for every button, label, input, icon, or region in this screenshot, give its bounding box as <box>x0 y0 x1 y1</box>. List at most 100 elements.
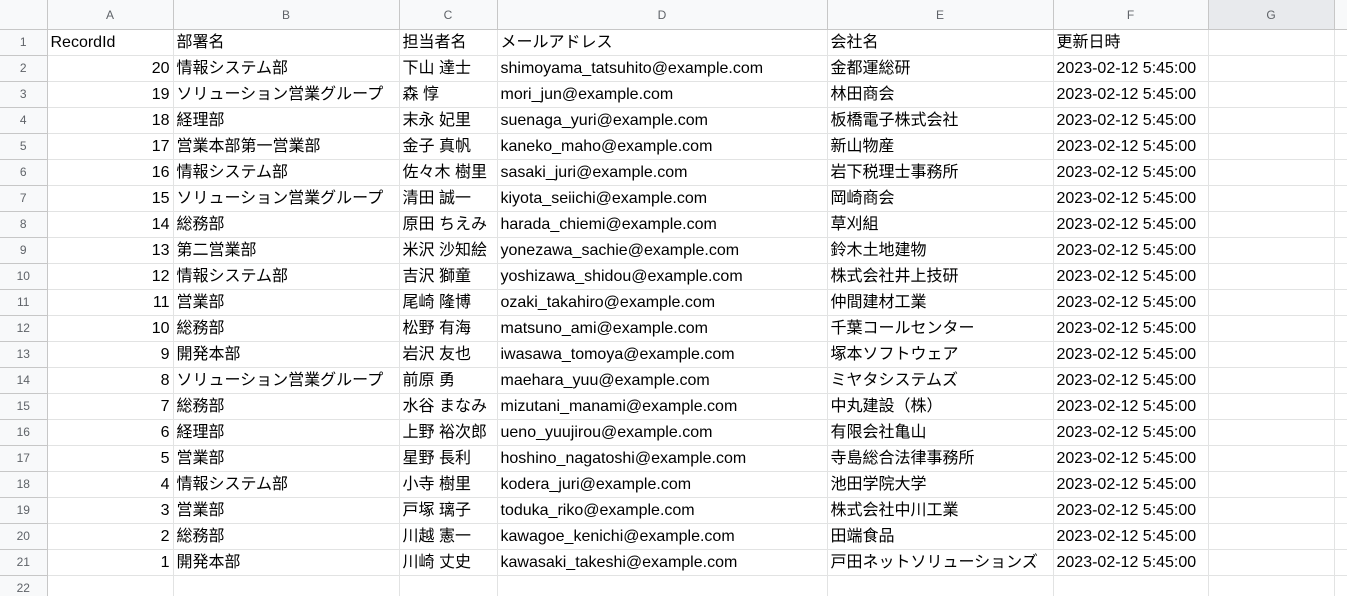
cell-d20[interactable]: kawagoe_kenichi@example.com <box>497 523 828 550</box>
cell-b17[interactable]: 営業部 <box>173 445 400 472</box>
cell-b6[interactable]: 情報システム部 <box>173 159 400 186</box>
cell-b14[interactable]: ソリューション営業グループ <box>173 367 400 394</box>
cell-e5[interactable]: 新山物産 <box>827 133 1054 160</box>
cell-e20[interactable]: 田端食品 <box>827 523 1054 550</box>
cell-e3[interactable]: 林田商会 <box>827 81 1054 108</box>
cell-f9[interactable]: 2023-02-12 5:45:00 <box>1053 237 1209 264</box>
cell-a16[interactable]: 6 <box>47 419 174 446</box>
cell-g2[interactable] <box>1208 55 1335 82</box>
cell-c18[interactable]: 小寺 樹里 <box>399 471 498 498</box>
cell-partial[interactable] <box>1334 575 1347 596</box>
row-header-21[interactable]: 21 <box>0 549 48 576</box>
cell-d13[interactable]: iwasawa_tomoya@example.com <box>497 341 828 368</box>
row-header-6[interactable]: 6 <box>0 159 48 186</box>
row-header-12[interactable]: 12 <box>0 315 48 342</box>
cell-d15[interactable]: mizutani_manami@example.com <box>497 393 828 420</box>
cell-a13[interactable]: 9 <box>47 341 174 368</box>
cell-b4[interactable]: 経理部 <box>173 107 400 134</box>
cell-g3[interactable] <box>1208 81 1335 108</box>
cell-d16[interactable]: ueno_yuujirou@example.com <box>497 419 828 446</box>
cell-f18[interactable]: 2023-02-12 5:45:00 <box>1053 471 1209 498</box>
cell-b15[interactable]: 総務部 <box>173 393 400 420</box>
cell-partial[interactable] <box>1334 367 1347 394</box>
cell-d7[interactable]: kiyota_seiichi@example.com <box>497 185 828 212</box>
cell-a17[interactable]: 5 <box>47 445 174 472</box>
cell-partial[interactable] <box>1334 549 1347 576</box>
cell-partial[interactable] <box>1334 497 1347 524</box>
cell-e15[interactable]: 中丸建設（株） <box>827 393 1054 420</box>
cell-a4[interactable]: 18 <box>47 107 174 134</box>
cell-partial[interactable] <box>1334 55 1347 82</box>
cell-c12[interactable]: 松野 有海 <box>399 315 498 342</box>
cell-d22[interactable] <box>497 575 828 596</box>
cell-f19[interactable]: 2023-02-12 5:45:00 <box>1053 497 1209 524</box>
cell-partial[interactable] <box>1334 29 1347 56</box>
row-header-18[interactable]: 18 <box>0 471 48 498</box>
cell-a22[interactable] <box>47 575 174 596</box>
cell-g8[interactable] <box>1208 211 1335 238</box>
row-header-15[interactable]: 15 <box>0 393 48 420</box>
cell-partial[interactable] <box>1334 185 1347 212</box>
cell-partial[interactable] <box>1334 315 1347 342</box>
cell-c17[interactable]: 星野 長利 <box>399 445 498 472</box>
cell-e16[interactable]: 有限会社亀山 <box>827 419 1054 446</box>
cell-b20[interactable]: 総務部 <box>173 523 400 550</box>
cell-a1[interactable]: RecordId <box>47 29 174 56</box>
column-header-partial[interactable] <box>1334 0 1347 30</box>
cell-c10[interactable]: 吉沢 獅童 <box>399 263 498 290</box>
cell-e21[interactable]: 戸田ネットソリューションズ <box>827 549 1054 576</box>
cell-a18[interactable]: 4 <box>47 471 174 498</box>
cell-e7[interactable]: 岡崎商会 <box>827 185 1054 212</box>
cell-g14[interactable] <box>1208 367 1335 394</box>
cell-d4[interactable]: suenaga_yuri@example.com <box>497 107 828 134</box>
cell-d1[interactable]: メールアドレス <box>497 29 828 56</box>
row-header-19[interactable]: 19 <box>0 497 48 524</box>
select-all-corner[interactable] <box>0 0 48 30</box>
cell-a5[interactable]: 17 <box>47 133 174 160</box>
cell-f8[interactable]: 2023-02-12 5:45:00 <box>1053 211 1209 238</box>
cell-c22[interactable] <box>399 575 498 596</box>
cell-partial[interactable] <box>1334 289 1347 316</box>
cell-a11[interactable]: 11 <box>47 289 174 316</box>
row-header-9[interactable]: 9 <box>0 237 48 264</box>
column-header-f[interactable]: F <box>1053 0 1209 30</box>
cell-partial[interactable] <box>1334 393 1347 420</box>
row-header-13[interactable]: 13 <box>0 341 48 368</box>
cell-f14[interactable]: 2023-02-12 5:45:00 <box>1053 367 1209 394</box>
cell-partial[interactable] <box>1334 107 1347 134</box>
cell-f20[interactable]: 2023-02-12 5:45:00 <box>1053 523 1209 550</box>
cell-b7[interactable]: ソリューション営業グループ <box>173 185 400 212</box>
cell-d3[interactable]: mori_jun@example.com <box>497 81 828 108</box>
cell-e17[interactable]: 寺島総合法律事務所 <box>827 445 1054 472</box>
row-header-14[interactable]: 14 <box>0 367 48 394</box>
row-header-8[interactable]: 8 <box>0 211 48 238</box>
row-header-3[interactable]: 3 <box>0 81 48 108</box>
cell-c19[interactable]: 戸塚 璃子 <box>399 497 498 524</box>
cell-a12[interactable]: 10 <box>47 315 174 342</box>
cell-d19[interactable]: toduka_riko@example.com <box>497 497 828 524</box>
cell-c15[interactable]: 水谷 まなみ <box>399 393 498 420</box>
cell-a7[interactable]: 15 <box>47 185 174 212</box>
cell-partial[interactable] <box>1334 523 1347 550</box>
cell-g17[interactable] <box>1208 445 1335 472</box>
cell-a9[interactable]: 13 <box>47 237 174 264</box>
row-header-4[interactable]: 4 <box>0 107 48 134</box>
cell-d2[interactable]: shimoyama_tatsuhito@example.com <box>497 55 828 82</box>
cell-c8[interactable]: 原田 ちえみ <box>399 211 498 238</box>
row-header-22[interactable]: 22 <box>0 575 48 596</box>
cell-d12[interactable]: matsuno_ami@example.com <box>497 315 828 342</box>
cell-g7[interactable] <box>1208 185 1335 212</box>
cell-a20[interactable]: 2 <box>47 523 174 550</box>
cell-b10[interactable]: 情報システム部 <box>173 263 400 290</box>
row-header-10[interactable]: 10 <box>0 263 48 290</box>
column-header-a[interactable]: A <box>47 0 174 30</box>
cell-a14[interactable]: 8 <box>47 367 174 394</box>
cell-f12[interactable]: 2023-02-12 5:45:00 <box>1053 315 1209 342</box>
cell-c14[interactable]: 前原 勇 <box>399 367 498 394</box>
cell-c3[interactable]: 森 惇 <box>399 81 498 108</box>
cell-e13[interactable]: 塚本ソフトウェア <box>827 341 1054 368</box>
cell-f5[interactable]: 2023-02-12 5:45:00 <box>1053 133 1209 160</box>
cell-g1[interactable] <box>1208 29 1335 56</box>
cell-g9[interactable] <box>1208 237 1335 264</box>
cell-g6[interactable] <box>1208 159 1335 186</box>
